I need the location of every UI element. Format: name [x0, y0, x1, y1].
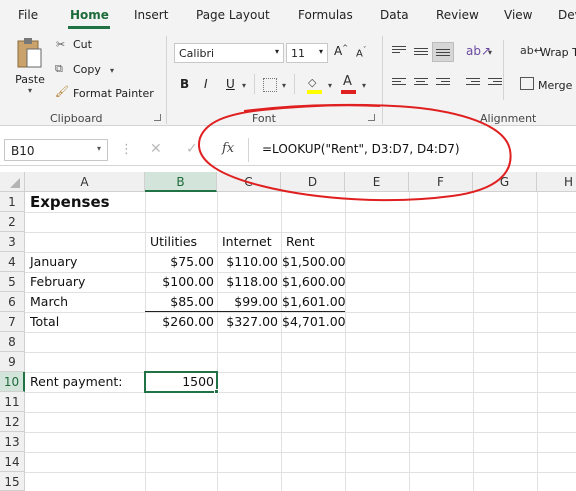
excel-window: File Home Insert Page Layout Formulas Da… — [0, 0, 576, 491]
annotation-circle — [197, 103, 512, 202]
annotation-overlay — [197, 103, 512, 202]
